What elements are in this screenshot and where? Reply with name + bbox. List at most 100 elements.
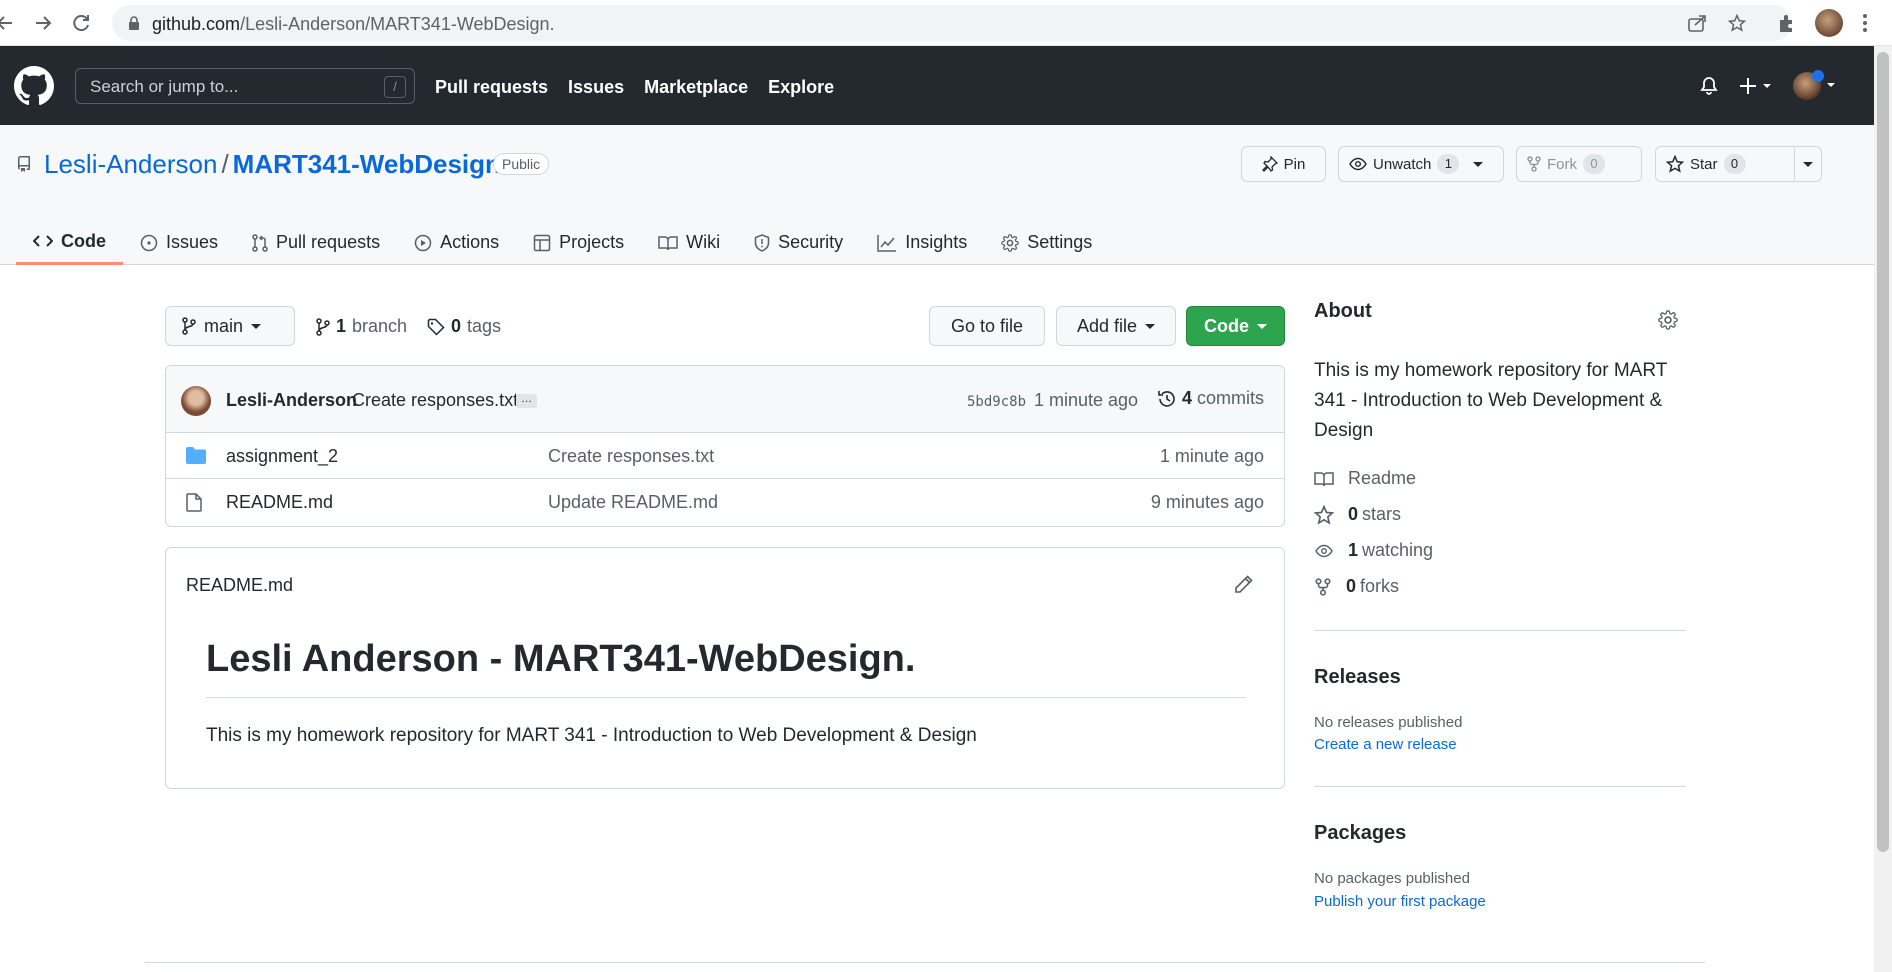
book-icon — [658, 235, 678, 251]
bookmark-star-icon[interactable] — [1728, 14, 1746, 32]
about-title: About — [1314, 300, 1372, 322]
github-logo-icon[interactable] — [14, 66, 54, 106]
branch-icon — [182, 317, 196, 335]
tab-settings[interactable]: Settings — [984, 220, 1109, 265]
github-header: Search or jump to... / Pull requests Iss… — [0, 46, 1874, 125]
latest-commit-bar: Lesli-Anderson Create responses.txt … 5b… — [166, 366, 1284, 433]
fork-counter: 0 — [1583, 154, 1605, 174]
book-icon — [1314, 471, 1334, 487]
create-release-link[interactable]: Create a new release — [1314, 736, 1457, 753]
stars-link[interactable]: 0 stars — [1314, 504, 1401, 525]
commit-message-link[interactable]: Create responses.txt — [352, 390, 518, 411]
unwatch-label: Unwatch — [1373, 155, 1432, 173]
branches-link[interactable]: 1 branch — [316, 316, 407, 337]
lock-icon[interactable] — [128, 16, 140, 30]
file-name-link[interactable]: assignment_2 — [226, 446, 338, 467]
global-nav: Pull requests Issues Marketplace Explore — [435, 77, 834, 98]
history-icon — [1157, 389, 1177, 409]
shield-icon — [754, 233, 770, 252]
about-settings-gear-icon[interactable] — [1658, 310, 1678, 330]
branch-count: 1 — [336, 316, 347, 336]
commit-author-avatar[interactable] — [181, 386, 211, 416]
tab-code[interactable]: Code — [16, 220, 123, 265]
tab-pull-requests[interactable]: Pull requests — [235, 220, 397, 265]
forward-icon[interactable] — [32, 12, 54, 34]
scrollbar-thumb[interactable] — [1877, 52, 1889, 852]
tag-count: 0 — [451, 316, 462, 336]
search-placeholder: Search or jump to... — [90, 77, 239, 96]
go-to-file-button[interactable]: Go to file — [929, 306, 1045, 346]
watching-label: watching — [1362, 540, 1434, 560]
repo-owner-link[interactable]: Lesli-Anderson — [44, 149, 217, 179]
releases-title[interactable]: Releases — [1314, 666, 1401, 689]
tab-insights[interactable]: Insights — [860, 220, 984, 265]
file-commit-message-link[interactable]: Update README.md — [548, 492, 718, 513]
add-file-caret-icon — [1145, 323, 1156, 329]
watching-link[interactable]: 1 watching — [1314, 540, 1433, 561]
readme-filename-link[interactable]: README.md — [186, 575, 293, 596]
browser-profile-avatar[interactable] — [1815, 9, 1843, 37]
star-list-dropdown[interactable] — [1794, 146, 1822, 182]
play-circle-icon — [414, 234, 432, 252]
file-commit-message-link[interactable]: Create responses.txt — [548, 446, 714, 467]
file-name-link[interactable]: README.md — [226, 492, 333, 513]
reload-icon[interactable] — [70, 12, 92, 34]
avatar-dropdown-caret-icon[interactable] — [1826, 80, 1836, 90]
repo-name-link[interactable]: MART341-WebDesign. — [233, 149, 508, 179]
add-file-button[interactable]: Add file — [1056, 306, 1176, 346]
tab-issues[interactable]: Issues — [123, 220, 235, 265]
address-bar[interactable]: github.com/Lesli-Anderson/MART341-WebDes… — [112, 5, 1792, 41]
tab-settings-label: Settings — [1027, 232, 1093, 252]
watching-count: 1 — [1348, 540, 1359, 560]
back-icon[interactable] — [0, 12, 16, 34]
nav-marketplace[interactable]: Marketplace — [644, 77, 748, 98]
nav-pull-requests[interactable]: Pull requests — [435, 77, 548, 98]
tags-link[interactable]: 0 tags — [427, 316, 501, 337]
extensions-icon[interactable] — [1776, 12, 1798, 34]
publish-package-link[interactable]: Publish your first package — [1314, 893, 1486, 910]
forks-link[interactable]: 0 forks — [1314, 576, 1399, 597]
add-file-label: Add file — [1076, 315, 1138, 336]
watch-dropdown-caret-icon[interactable] — [1473, 161, 1484, 167]
tab-pull-requests-label: Pull requests — [276, 232, 381, 252]
tab-insights-label: Insights — [905, 232, 968, 252]
notifications-bell-icon[interactable] — [1699, 76, 1719, 96]
fork-button[interactable]: Fork 0 — [1516, 146, 1642, 182]
releases-empty-text: No releases published — [1314, 714, 1463, 731]
issue-icon — [140, 234, 158, 252]
packages-title[interactable]: Packages — [1314, 822, 1406, 845]
tab-actions[interactable]: Actions — [397, 220, 516, 265]
folder-icon — [186, 447, 206, 464]
create-new-plus-icon[interactable] — [1739, 76, 1775, 96]
browser-menu-icon[interactable] — [1862, 12, 1868, 34]
unwatch-button[interactable]: Unwatch 1 — [1338, 146, 1504, 182]
commit-sha-link[interactable]: 5bd9c8b — [967, 394, 1026, 410]
readme-link-label: Readme — [1348, 468, 1417, 488]
pin-button[interactable]: Pin — [1241, 146, 1326, 182]
tab-projects[interactable]: Projects — [516, 220, 641, 265]
commit-expand-button[interactable]: … — [516, 394, 537, 408]
repo-icon — [16, 155, 32, 173]
nav-explore[interactable]: Explore — [768, 77, 834, 98]
tab-wiki[interactable]: Wiki — [641, 220, 737, 265]
commits-history-link[interactable]: 4 commits — [1157, 388, 1264, 409]
edit-pencil-icon[interactable] — [1234, 574, 1254, 594]
page-scrollbar[interactable] — [1874, 46, 1892, 972]
footer-divider — [145, 962, 1705, 963]
code-button[interactable]: Code — [1186, 306, 1285, 346]
status-dot-icon — [1812, 70, 1824, 82]
file-row[interactable]: README.md Update README.md 9 minutes ago — [166, 479, 1284, 525]
search-input[interactable]: Search or jump to... / — [75, 68, 415, 104]
branch-select-button[interactable]: main — [165, 306, 295, 346]
nav-issues[interactable]: Issues — [568, 77, 624, 98]
browser-toolbar: github.com/Lesli-Anderson/MART341-WebDes… — [0, 0, 1892, 46]
tab-security[interactable]: Security — [737, 220, 860, 265]
watch-counter: 1 — [1437, 154, 1460, 174]
star-button[interactable]: Star 0 — [1655, 146, 1795, 182]
branch-name: main — [204, 315, 244, 336]
share-icon[interactable] — [1687, 14, 1707, 32]
readme-link[interactable]: Readme — [1314, 468, 1416, 489]
file-row[interactable]: assignment_2 Create responses.txt 1 minu… — [166, 433, 1284, 479]
commit-author-link[interactable]: Lesli-Anderson — [226, 390, 357, 411]
readme-box: README.md Lesli Anderson - MART341-WebDe… — [165, 547, 1285, 789]
